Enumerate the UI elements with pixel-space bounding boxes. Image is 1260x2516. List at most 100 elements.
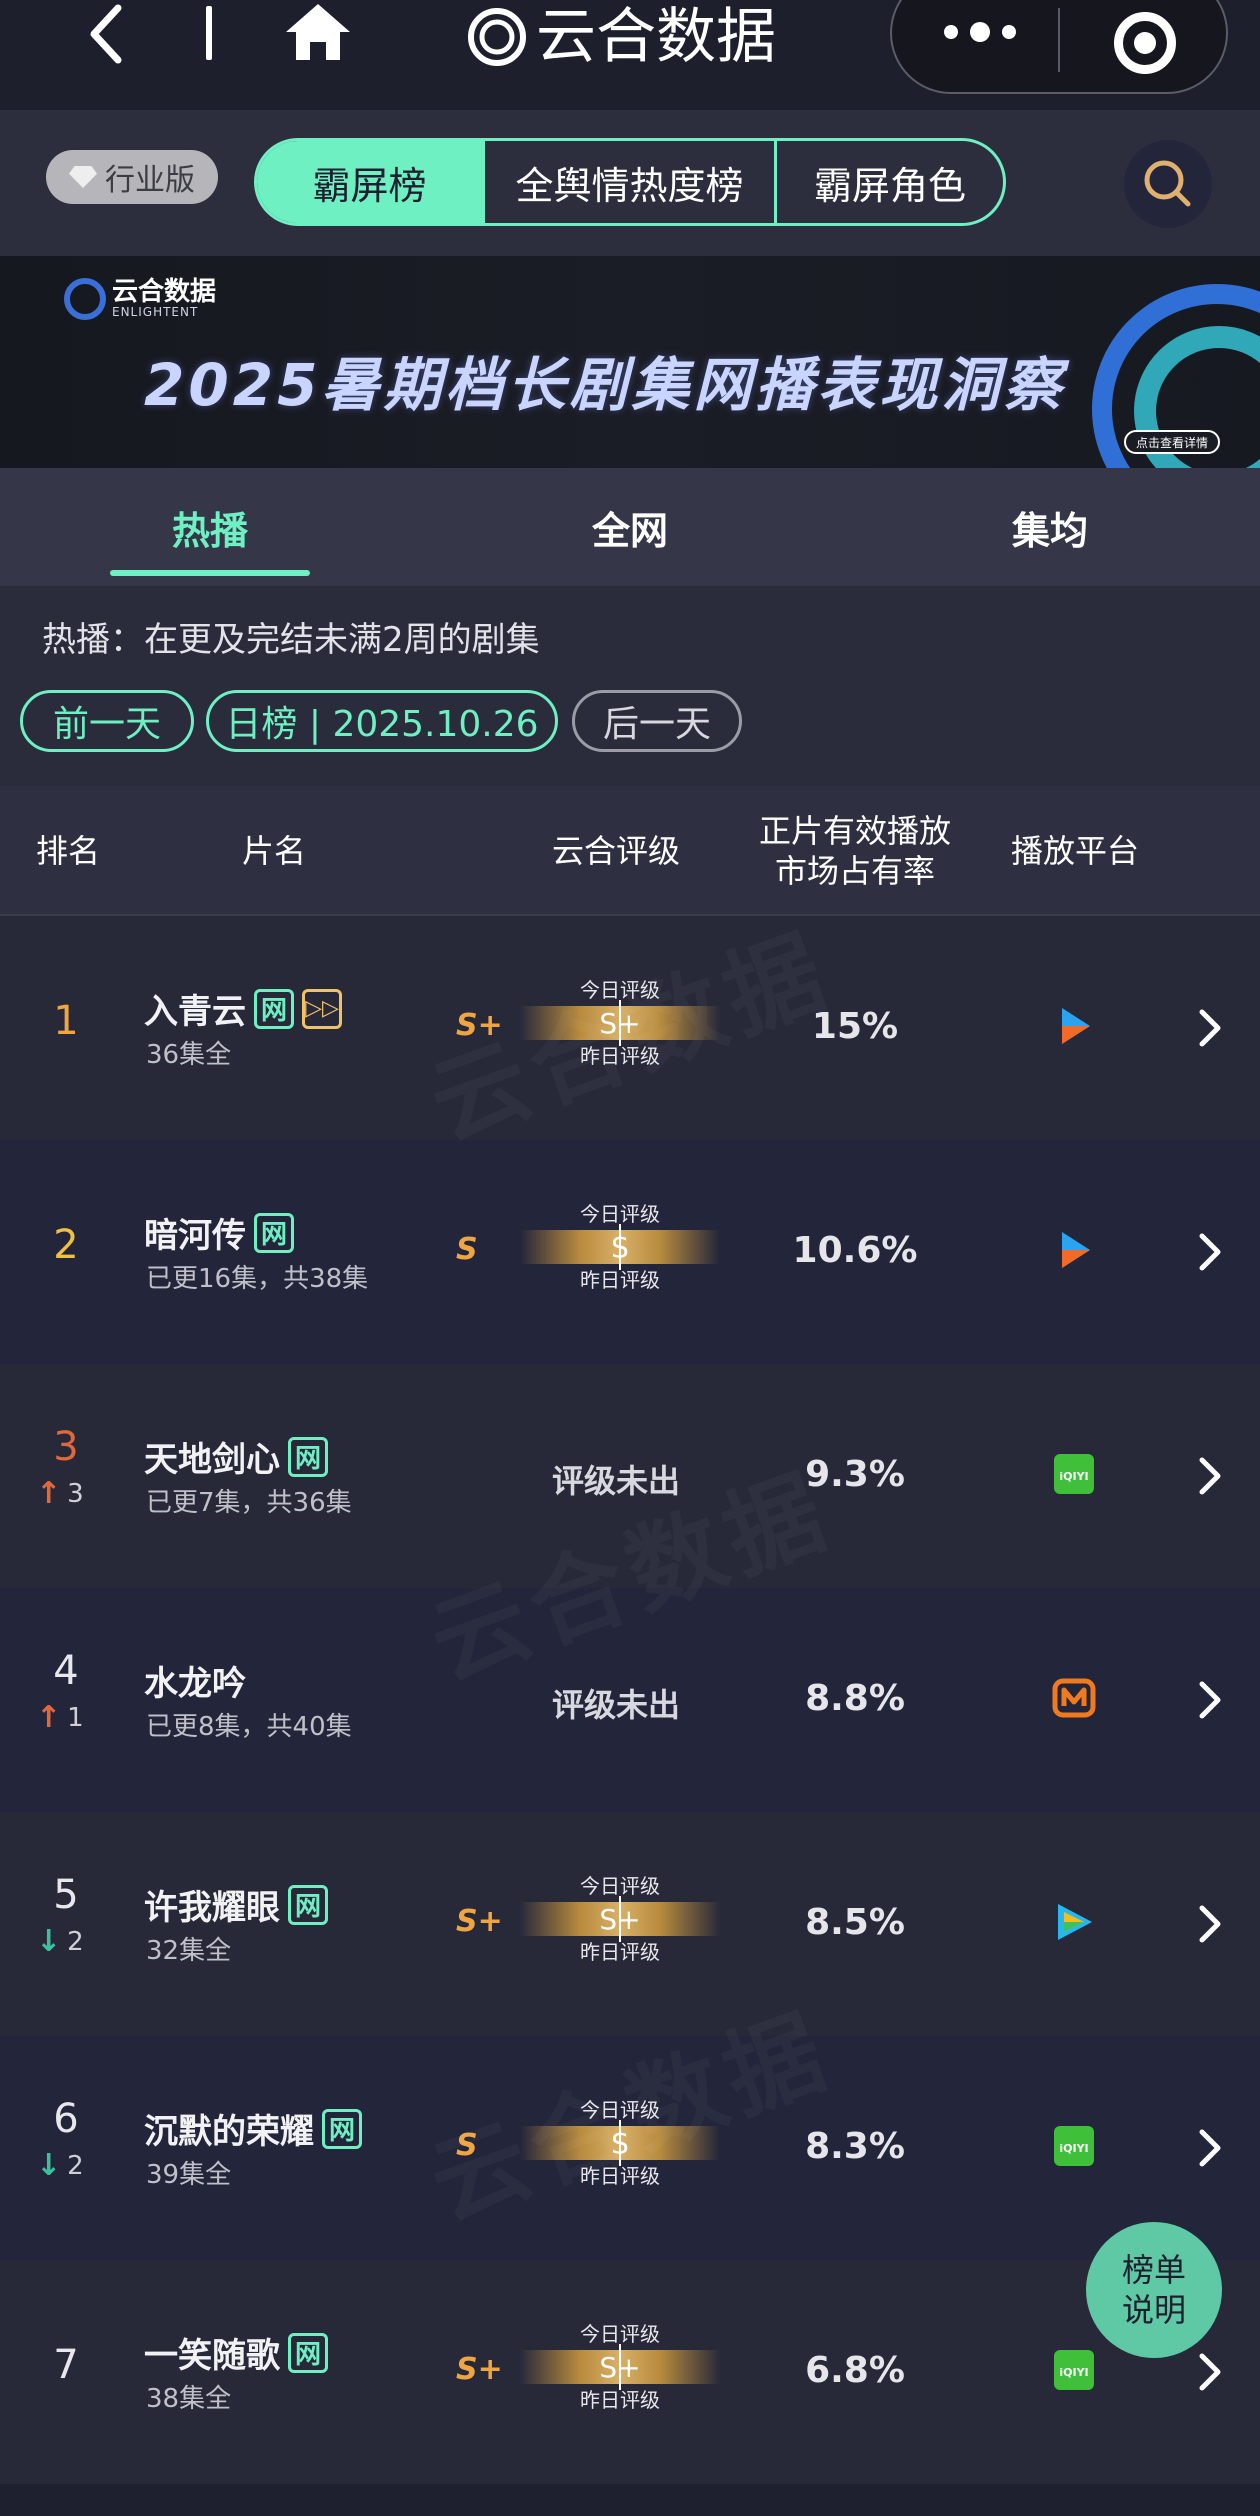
prev-day-button[interactable]: 前一天	[20, 690, 194, 752]
industry-edition-badge[interactable]: 行业版	[46, 150, 218, 204]
market-share-value: 6.8%	[805, 2350, 905, 2391]
network-drama-tag-icon: 网	[288, 2332, 328, 2373]
ranking-explanation-button[interactable]: 榜单 说明	[1086, 2222, 1222, 2358]
banner-logo-en: ENLIGHTENT	[112, 305, 199, 319]
rank-number: 6	[53, 2096, 79, 2142]
col-grade: 云合评级	[551, 832, 680, 870]
grade-not-available: 评级未出	[551, 1462, 680, 1500]
yesterday-grade-label: 昨日评级	[580, 1044, 660, 1068]
chevron-right-icon[interactable]	[1196, 1454, 1224, 1498]
svg-text:iQIYI: iQIYI	[1059, 2142, 1088, 2155]
tab-all-network[interactable]: 全网	[592, 468, 668, 586]
today-grade-label: 今日评级	[580, 1874, 660, 1898]
tencent-video-icon[interactable]	[1052, 1900, 1096, 1944]
rank-change: ↑ 1	[36, 1700, 106, 1735]
market-share-value: 8.8%	[805, 1678, 905, 1719]
market-share-value: 9.3%	[805, 1454, 905, 1495]
yesterday-grade: S+	[456, 1904, 503, 1939]
tab-dominance-chart[interactable]: 霸屏榜	[257, 141, 485, 223]
chevron-right-icon[interactable]	[1196, 1902, 1224, 1946]
table-row[interactable]: 3 ↑ 3 天地剑心网已更7集，共36集 评级未出 9.3% iQIYI	[0, 1364, 1260, 1588]
next-day-button[interactable]: 后一天	[572, 690, 742, 752]
rank-number: 2	[53, 1222, 79, 1268]
rank-change: ↑ 3	[36, 1476, 106, 1511]
col-market-share: 正片有效播放 市场占有率	[758, 812, 951, 890]
yesterday-grade-label: 昨日评级	[580, 1940, 660, 1964]
youku-icon[interactable]	[1052, 1228, 1096, 1272]
promo-banner[interactable]: 云合数据 ENLIGHTENT 2025暑期档长剧集网播表现洞察 点击查看详情	[0, 256, 1260, 468]
home-icon[interactable]	[282, 0, 354, 64]
date-picker[interactable]: 日榜 | 2025.10.26	[206, 690, 558, 752]
today-grade-bar: S	[520, 2120, 720, 2166]
table-header: 排名 片名 云合评级 正片有效播放 市场占有率 播放平台	[0, 786, 1260, 916]
market-share-value: 10.6%	[792, 1230, 918, 1271]
table-row[interactable]: 5 ↓ 2 许我耀眼网 32集全 S+ 今日评级 S+ 昨日评级 8.5%	[0, 1812, 1260, 2036]
close-miniprogram-icon[interactable]	[1114, 12, 1176, 74]
drama-title: 一笑随歌网	[144, 2328, 328, 2377]
rank-number: 1	[53, 998, 79, 1044]
today-grade-bar: S	[520, 1224, 720, 1270]
grade-not-available: 评级未出	[551, 1686, 680, 1724]
table-row[interactable]: 1 入青云网 ▷▷ 36集全 S+ 今日评级 S+ 昨日评级 15%	[0, 916, 1260, 1140]
today-grade-block: 今日评级 S+ 昨日评级	[520, 1874, 720, 1964]
svg-text:iQIYI: iQIYI	[1059, 1470, 1088, 1483]
market-share-value: 8.3%	[805, 2126, 905, 2167]
chevron-right-icon[interactable]	[1196, 1678, 1224, 1722]
app-title: 云合数据	[466, 0, 776, 74]
today-grade-label: 今日评级	[580, 1202, 660, 1226]
youku-icon[interactable]	[1052, 1004, 1096, 1048]
hot-definition-text: 热播：在更及完结未满2周的剧集	[42, 620, 540, 660]
today-grade-label: 今日评级	[580, 978, 660, 1002]
fab-label: 榜单 说明	[1121, 2251, 1186, 2329]
rank-change-value: 3	[67, 1478, 84, 1509]
banner-logo: 云合数据 ENLIGHTENT	[64, 278, 216, 320]
more-icon[interactable]	[944, 22, 1016, 42]
chevron-right-icon[interactable]	[1196, 2126, 1224, 2170]
rank-number: 3	[53, 1424, 79, 1470]
rank-number: 4	[53, 1648, 79, 1694]
app-title-text: 云合数据	[536, 2, 776, 72]
today-grade-bar: S+	[520, 2344, 720, 2390]
episode-status: 39集全	[146, 2160, 232, 2190]
top-nav-bar: 云合数据	[0, 0, 1260, 110]
mango-tv-icon[interactable]	[1052, 1676, 1096, 1720]
iqiyi-icon[interactable]: iQIYI	[1052, 2348, 1096, 2392]
tab-hot[interactable]: 热播	[172, 468, 248, 586]
industry-edition-label: 行业版	[105, 163, 195, 198]
info-area: 热播：在更及完结未满2周的剧集 前一天 日榜 | 2025.10.26 后一天	[0, 586, 1260, 786]
episode-status: 已更7集，共36集	[146, 1488, 352, 1518]
svg-text:iQIYI: iQIYI	[1059, 2366, 1088, 2379]
col-rank: 排名	[35, 832, 100, 870]
table-row[interactable]: 7 一笑随歌网 38集全 S+ 今日评级 S+ 昨日评级 6.8% iQIYI	[0, 2260, 1260, 2484]
search-icon[interactable]	[1124, 140, 1212, 228]
tab-public-opinion-heat[interactable]: 全舆情热度榜	[485, 141, 777, 223]
network-drama-tag-icon: 网	[288, 1436, 328, 1477]
banner-cta-button[interactable]: 点击查看详情	[1124, 430, 1220, 454]
active-tab-underline	[110, 570, 310, 576]
tab-episode-average[interactable]: 集均	[1012, 468, 1088, 586]
ranking-type-bar: 行业版 霸屏榜 全舆情热度榜 霸屏角色	[0, 110, 1260, 256]
iqiyi-icon[interactable]: iQIYI	[1052, 2124, 1096, 2168]
banner-logo-icon	[64, 278, 106, 320]
today-grade-block: 今日评级 S+ 昨日评级	[520, 2322, 720, 2412]
back-icon[interactable]	[78, 2, 134, 66]
table-row[interactable]: 2 暗河传网已更16集，共38集 S 今日评级 S 昨日评级 10.6%	[0, 1140, 1260, 1364]
drama-title-text: 沉默的荣耀	[144, 2112, 314, 2152]
tab-dominant-roles[interactable]: 霸屏角色	[777, 141, 1003, 223]
today-grade-label: 今日评级	[580, 2322, 660, 2346]
iqiyi-icon[interactable]: iQIYI	[1052, 1452, 1096, 1496]
chevron-right-icon[interactable]	[1196, 1006, 1224, 1050]
miniprogram-capsule	[890, 0, 1228, 94]
yesterday-grade-label: 昨日评级	[580, 1268, 660, 1292]
table-row[interactable]: 6 ↓ 2 沉默的荣耀网 39集全 S 今日评级 S 昨日评级 8.3% iQIYI	[0, 2036, 1260, 2260]
market-share-value: 15%	[811, 1006, 899, 1047]
chevron-right-icon[interactable]	[1196, 2350, 1224, 2394]
drama-title: 暗河传网	[144, 1208, 294, 1257]
drama-title: 入青云网 ▷▷	[144, 984, 342, 1033]
drama-title: 许我耀眼网	[144, 1880, 328, 1929]
sub-tabs: 热播 全网 集均	[0, 468, 1260, 586]
chevron-right-icon[interactable]	[1196, 1230, 1224, 1274]
table-row[interactable]: 4 ↑ 1 水龙吟 已更8集，共40集 评级未出 8.8%	[0, 1588, 1260, 1812]
drama-title: 天地剑心网	[144, 1432, 328, 1481]
rank-change-value: 1	[67, 1702, 84, 1733]
